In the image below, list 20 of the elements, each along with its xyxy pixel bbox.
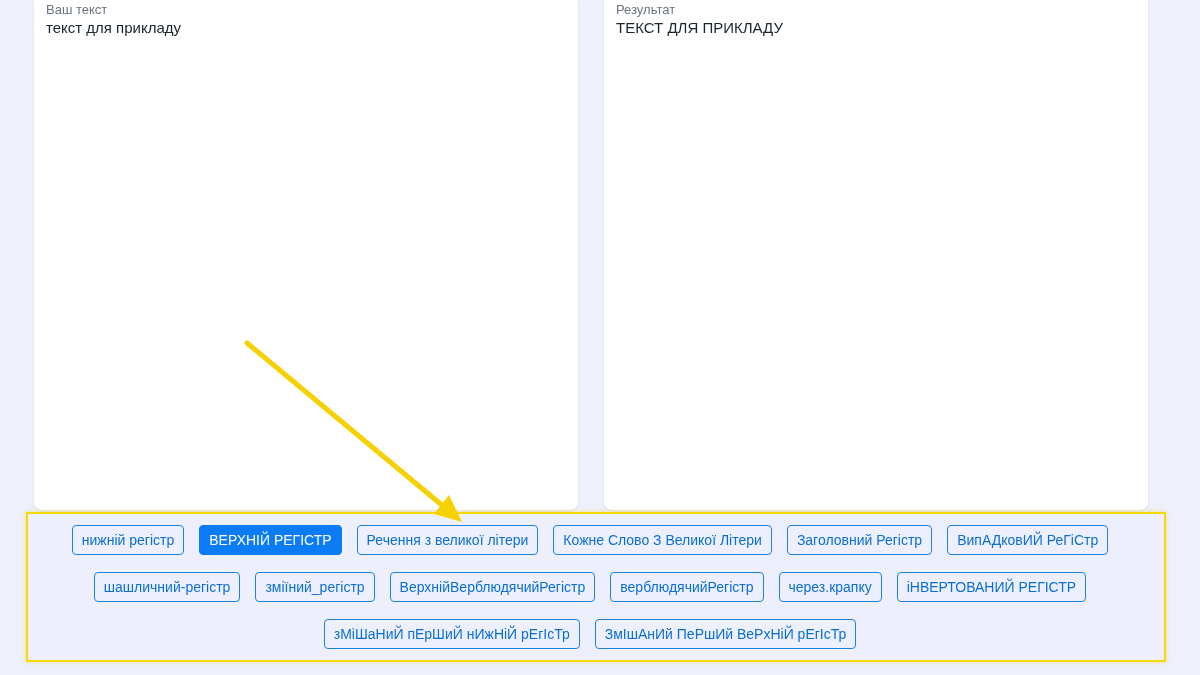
input-box[interactable]: Ваш текст текст для прикладу bbox=[34, 0, 578, 510]
case-option-button[interactable]: ВерхнійВерблюдячийРегістр bbox=[389, 572, 596, 602]
case-option-button[interactable]: через.крапку bbox=[778, 572, 882, 602]
case-option-button[interactable]: ЗмІшАнИй ПеРшИй ВеРхНіЙ рЕгІсТр bbox=[594, 619, 857, 649]
case-option-button[interactable]: Речення з великої літери bbox=[356, 525, 539, 555]
case-option-button[interactable]: шашличний-регістр bbox=[93, 572, 241, 602]
case-option-button[interactable]: ВипАДковИЙ РеГіСтр bbox=[947, 525, 1109, 555]
text-input-field[interactable]: текст для прикладу bbox=[46, 18, 566, 510]
case-option-button[interactable]: зМіШаНиЙ пЕрШиЙ нИжНіЙ рЕгІсТр bbox=[323, 619, 580, 649]
case-option-button[interactable]: ВЕРХНІЙ РЕГІСТР bbox=[199, 525, 342, 555]
input-label: Ваш текст bbox=[46, 2, 108, 18]
result-box[interactable]: Результат ТЕКСТ ДЛЯ ПРИКЛАДУ bbox=[604, 0, 1148, 510]
case-option-button[interactable]: верблюдячийРегістр bbox=[610, 572, 764, 602]
case-option-button[interactable]: Кожне Слово З Великої Літери bbox=[553, 525, 772, 555]
case-option-button[interactable]: Заголовний Регістр bbox=[786, 525, 933, 555]
case-option-button[interactable]: нижній регістр bbox=[71, 525, 185, 555]
result-label: Результат bbox=[616, 2, 676, 18]
case-option-button[interactable]: іНВЕРТОВАНИЙ РЕГІСТР bbox=[896, 572, 1087, 602]
result-field[interactable]: ТЕКСТ ДЛЯ ПРИКЛАДУ bbox=[616, 18, 1136, 510]
case-option-button[interactable]: зміїний_регістр bbox=[255, 572, 375, 602]
